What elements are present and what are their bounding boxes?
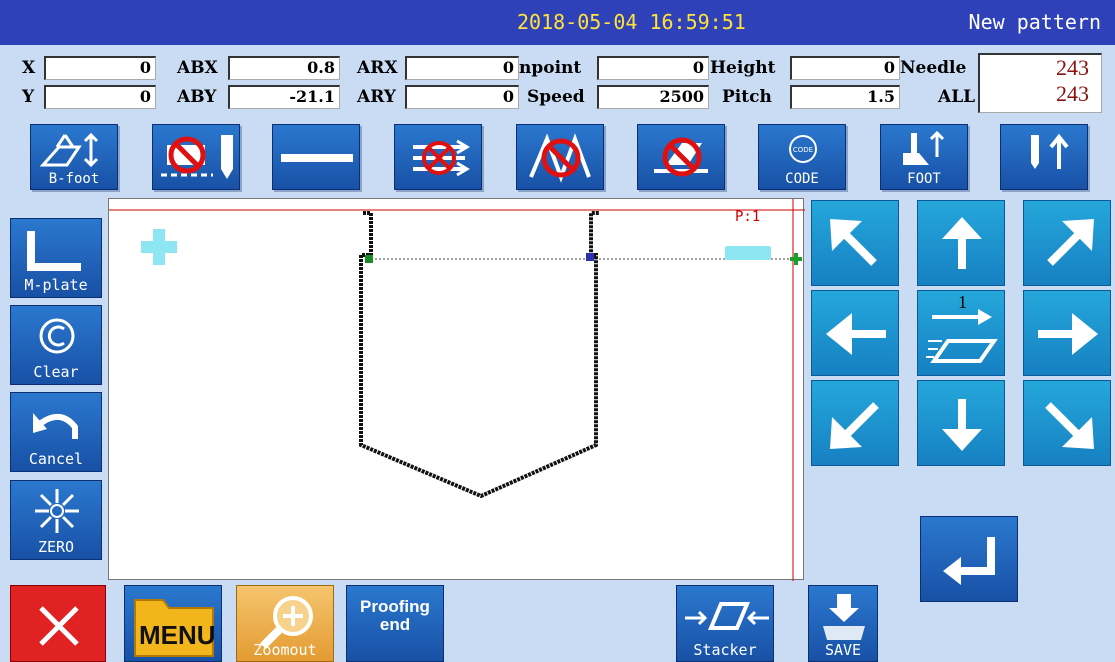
presser-off-icon [654, 137, 708, 177]
svg-text:CODE: CODE [793, 146, 813, 154]
arrow-up-left-icon [830, 219, 877, 266]
zero-label: ZERO [37, 538, 75, 556]
arrow-down-icon [942, 399, 982, 451]
arrow-up-button[interactable] [917, 200, 1005, 286]
feed-off-button[interactable] [394, 124, 482, 190]
arrow-down-right-button[interactable] [1023, 380, 1111, 466]
bfoot-button[interactable]: B-foot [30, 124, 118, 190]
aby-field[interactable]: -21.1 [228, 85, 340, 109]
arrow-left-icon [826, 313, 886, 355]
enter-icon [943, 537, 995, 585]
pattern-name: New pattern [968, 10, 1101, 34]
pattern-drawing [109, 199, 805, 581]
trim-off-button[interactable] [152, 124, 240, 190]
zigzag-off-icon [529, 133, 591, 183]
menu-button[interactable]: MENU [124, 585, 222, 662]
mplate-label: M-plate [24, 276, 88, 294]
y-field[interactable]: 0 [44, 85, 156, 109]
arrow-down-button[interactable] [917, 380, 1005, 466]
presser-off-button[interactable] [637, 124, 725, 190]
height-field[interactable]: 0 [790, 56, 900, 80]
step-number: 1 [958, 292, 967, 312]
needle-count: 243 [1056, 55, 1089, 80]
arx-label: ARX [357, 58, 398, 78]
npoint-label: npoint [519, 58, 582, 78]
ary-label: ARY [357, 87, 396, 107]
x-field[interactable]: 0 [44, 56, 156, 80]
menu-label: MENU [139, 620, 216, 650]
pattern-canvas[interactable]: P:1 [108, 198, 805, 581]
abx-label: ABX [177, 58, 218, 78]
x-label: X [22, 58, 36, 78]
pitch-field[interactable]: 1.5 [790, 85, 900, 109]
arrow-down-right-icon [1045, 402, 1094, 449]
arrow-down-left-button[interactable] [811, 380, 899, 466]
code-button[interactable]: CODE CODE [758, 124, 846, 190]
arrow-right-icon [1038, 313, 1098, 355]
needle-updown-icon [1031, 133, 1069, 169]
needle-count-box: 243 243 [978, 53, 1102, 113]
ary-field[interactable]: 0 [405, 85, 519, 109]
point-label: P:1 [735, 209, 761, 225]
abx-field[interactable]: 0.8 [228, 56, 340, 80]
arrow-up-right-icon [1047, 219, 1094, 266]
zoomout-label: Zoomout [253, 641, 317, 659]
needle-updown-button[interactable] [1000, 124, 1088, 190]
zero-button[interactable]: ZERO [10, 480, 102, 560]
trim-off-icon [161, 135, 233, 179]
pitch-label: Pitch [722, 87, 772, 107]
stacker-button[interactable]: Stacker [676, 585, 774, 662]
save-button[interactable]: SAVE [808, 585, 878, 662]
proofing-end-button[interactable]: Proofing end [346, 585, 444, 662]
line-icon [281, 154, 353, 162]
arx-field[interactable]: 0 [405, 56, 519, 80]
arrow-up-right-button[interactable] [1023, 200, 1111, 286]
title-bar: 2018-05-04 16:59:51 New pattern [0, 0, 1115, 45]
save-label: SAVE [824, 641, 862, 659]
cancel-button[interactable]: Cancel [10, 392, 102, 472]
arrow-right-button[interactable] [1023, 290, 1111, 376]
arrow-up-icon [942, 217, 982, 269]
all-label: ALL [938, 87, 976, 107]
aby-label: ABY [177, 87, 217, 107]
mplate-button[interactable]: M-plate [10, 218, 102, 298]
datetime: 2018-05-04 16:59:51 [517, 10, 746, 34]
speed-field[interactable]: 2500 [597, 85, 709, 109]
clear-button[interactable]: Clear [10, 305, 102, 385]
arrow-up-left-button[interactable] [811, 200, 899, 286]
foot-button[interactable]: FOOT [880, 124, 968, 190]
code-label: CODE [785, 171, 819, 187]
foot-label: FOOT [907, 171, 941, 187]
height-label: Height [710, 58, 776, 78]
npoint-field[interactable]: 0 [597, 56, 709, 80]
all-count: 243 [1056, 81, 1089, 106]
proofing-label-2: end [379, 615, 411, 634]
zigzag-off-button[interactable] [516, 124, 604, 190]
y-label: Y [22, 87, 35, 107]
needle-label: Needle [900, 58, 967, 78]
stacker-label: Stacker [693, 641, 757, 659]
cancel-label: Cancel [28, 450, 84, 468]
line-button[interactable] [272, 124, 360, 190]
close-button[interactable] [10, 585, 106, 662]
speed-label: Speed [527, 87, 585, 107]
close-icon [39, 606, 79, 646]
arrow-left-button[interactable] [811, 290, 899, 376]
clear-label: Clear [33, 363, 79, 381]
enter-button[interactable] [920, 516, 1018, 602]
feed-off-icon [413, 139, 470, 177]
zoomout-button[interactable]: Zoomout [236, 585, 334, 662]
bfoot-label: B-foot [48, 171, 100, 187]
arrow-down-left-icon [830, 402, 879, 449]
proofing-label-1: Proofing [360, 597, 430, 616]
